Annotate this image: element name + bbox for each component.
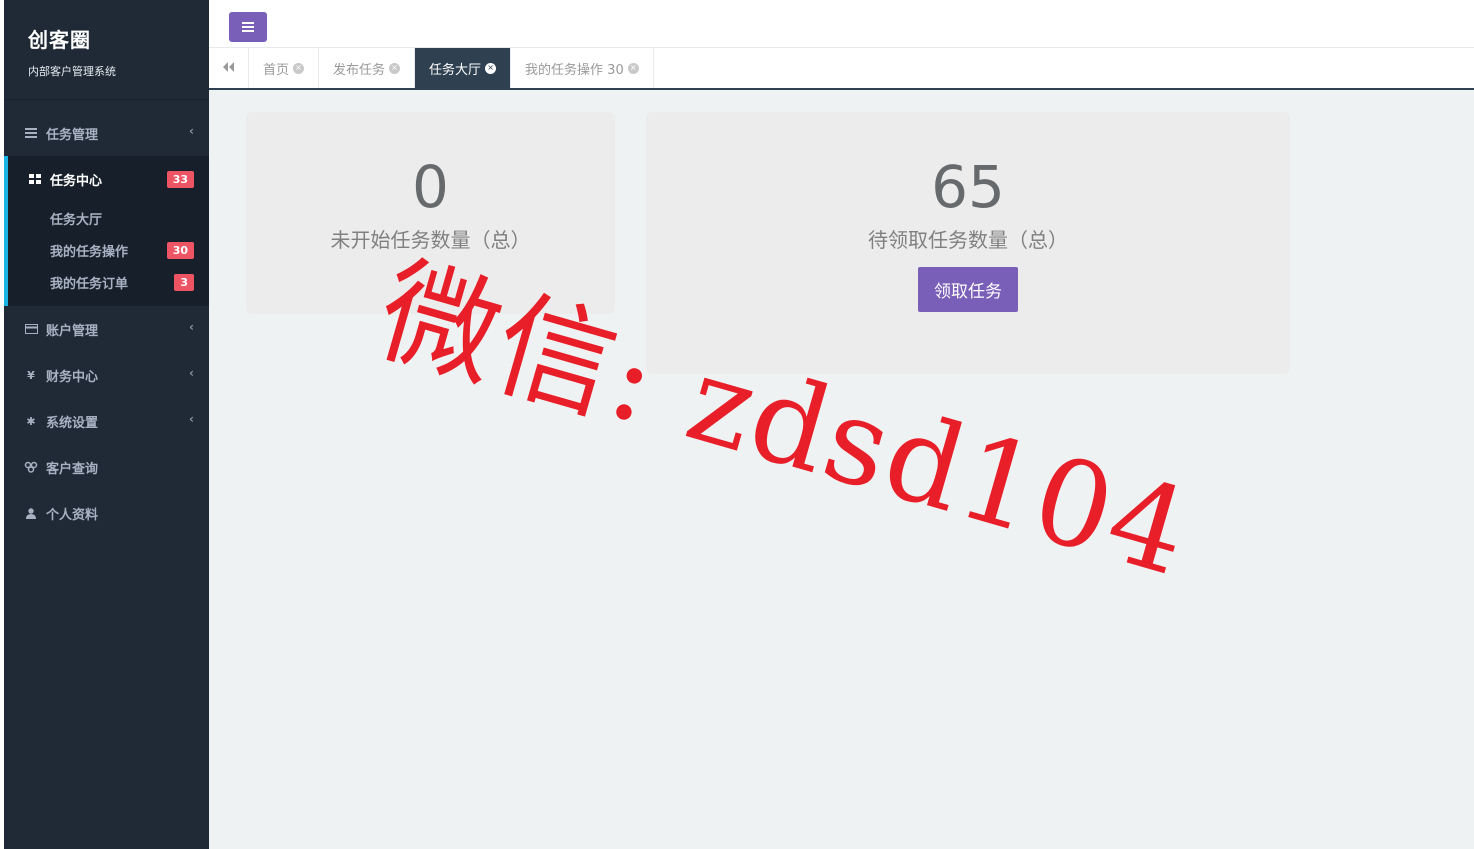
stat-card-to-claim: 65 待领取任务数量（总） 领取任务 [646,112,1290,374]
tab-bar: 首页 × 发布任务 × 任务大厅 × 我的任务操作 30 × [209,48,1474,90]
stat-label: 未开始任务数量（总） [330,228,531,252]
sidebar-subitem-label: 我的任务订单 [50,276,129,292]
sidebar-item-task-management[interactable]: 任务管理 ‹ [4,110,209,156]
close-icon[interactable]: × [293,62,305,74]
sidebar-item-account-management[interactable]: 账户管理 ‹ [4,306,209,352]
sidebar-item-label: 系统设置 [46,415,99,431]
sidebar-item-label: 任务中心 [50,173,103,189]
chevron-left-icon: ‹ [189,366,194,380]
tab-label: 首页 [263,62,290,78]
close-icon[interactable]: × [627,62,639,74]
top-bar [209,0,1474,48]
sidebar-subitem-my-task-orders[interactable]: 我的任务订单 3 [8,266,209,298]
grid-icon [28,172,42,186]
sidebar-item-label: 财务中心 [46,369,99,385]
tab-label: 发布任务 [333,62,386,78]
user-icon [24,506,38,520]
tab-label: 我的任务操作 30 [525,62,624,78]
tab-publish-task[interactable]: 发布任务 × [319,48,416,88]
hamburger-icon [242,18,254,36]
sidebar-item-label: 任务管理 [46,127,99,143]
menu-toggle-button[interactable] [229,12,267,42]
sidebar-item-customer-query[interactable]: 客户查询 [4,444,209,490]
sidebar-nav: 任务管理 ‹ 任务中心 33 任务大厅 我的任务操作 30 我的任务订单 3 账… [4,110,209,536]
users-icon [24,460,38,474]
sidebar-group-task-center: 任务中心 33 任务大厅 我的任务操作 30 我的任务订单 3 [4,156,209,306]
tab-my-task-operations[interactable]: 我的任务操作 30 × [511,48,654,88]
stat-label: 待领取任务数量（总） [868,228,1068,252]
brand: 创客圈 内部客户管理系统 [4,0,209,100]
sidebar-subitem-label: 任务大厅 [50,212,103,228]
yen-icon: ¥ [27,368,35,382]
sidebar-item-label: 个人资料 [46,507,99,523]
count-badge: 30 [166,241,194,259]
sidebar-item-finance-center[interactable]: ¥ 财务中心 ‹ [4,352,209,398]
sidebar: 创客圈 内部客户管理系统 任务管理 ‹ 任务中心 33 任务大厅 我的任务操作 [4,0,209,849]
sidebar-item-profile[interactable]: 个人资料 [4,490,209,536]
list-icon [24,126,38,140]
tab-label: 任务大厅 [429,62,482,78]
credit-card-icon [24,322,38,336]
sidebar-subitem-label: 我的任务操作 [50,244,129,260]
chevron-left-icon: ‹ [189,412,194,426]
sidebar-item-label: 客户查询 [46,461,99,477]
stat-card-not-started: 0 未开始任务数量（总） [246,112,615,314]
brand-title: 创客圈 [28,28,91,52]
sidebar-subitem-task-hall[interactable]: 任务大厅 [8,202,209,234]
sidebar-item-label: 账户管理 [46,323,99,339]
main-content: 0 未开始任务数量（总） 65 待领取任务数量（总） 领取任务 [209,90,1474,849]
tab-scroll-left-button[interactable] [209,48,249,88]
brand-subtitle: 内部客户管理系统 [28,65,116,78]
sidebar-item-task-center[interactable]: 任务中心 33 [8,156,209,202]
sidebar-item-system-settings[interactable]: ✱ 系统设置 ‹ [4,398,209,444]
tab-task-hall[interactable]: 任务大厅 × [415,48,512,88]
close-icon[interactable]: × [485,62,497,74]
chevron-left-icon: ‹ [189,124,194,138]
close-icon[interactable]: × [389,62,401,74]
claim-task-button[interactable]: 领取任务 [918,267,1018,312]
double-chevron-left-icon [223,61,234,75]
stat-value: 0 [412,153,449,221]
stat-value: 65 [931,153,1005,221]
tab-home[interactable]: 首页 × [249,48,320,88]
count-badge: 33 [166,170,194,188]
chevron-left-icon: ‹ [189,320,194,334]
gear-icon: ✱ [26,414,36,428]
count-badge: 3 [174,273,194,291]
sidebar-subitem-my-task-operations[interactable]: 我的任务操作 30 [8,234,209,266]
